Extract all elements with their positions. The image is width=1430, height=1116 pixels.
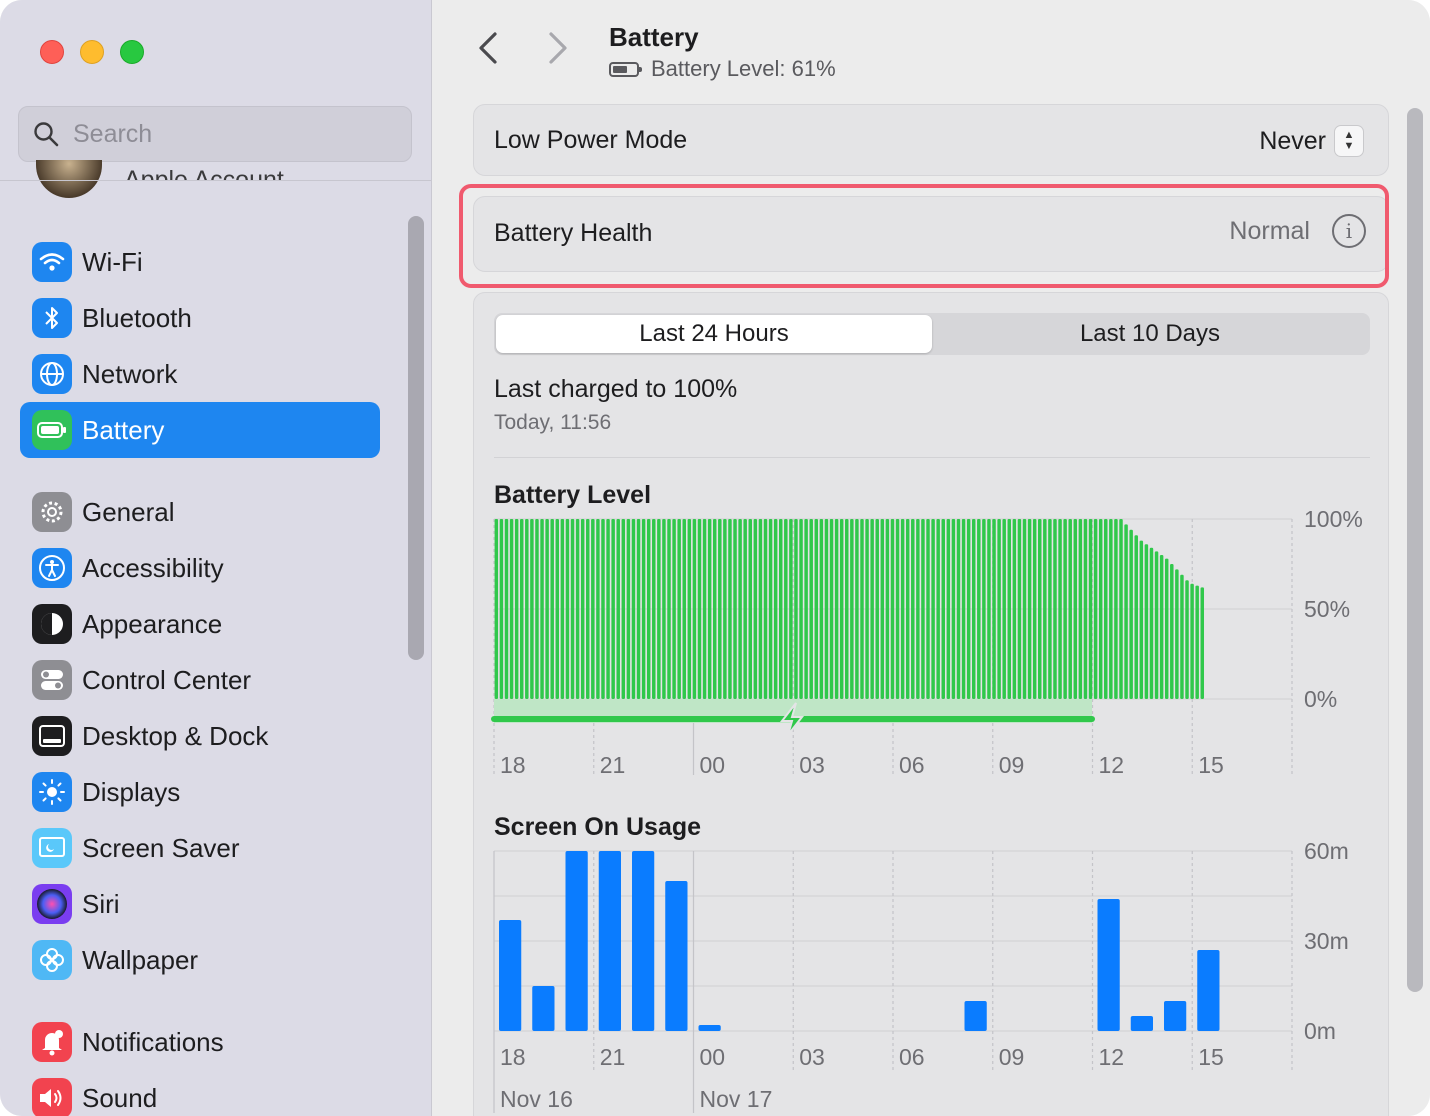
appearance-icon: [32, 604, 72, 644]
usage-bar: [632, 851, 655, 1031]
search-field[interactable]: [18, 106, 412, 162]
sidebar-item-desktop-dock[interactable]: Desktop & Dock: [20, 708, 380, 764]
battery-health-highlight: [459, 184, 1389, 288]
search-divider: [0, 180, 431, 181]
sidebar-item-label: Appearance: [82, 608, 223, 639]
toggles-icon: [32, 660, 72, 700]
sidebar-item-wallpaper[interactable]: Wallpaper: [20, 932, 380, 988]
low-power-mode-row: Low Power Mode Never ▲ ▼: [473, 104, 1389, 176]
gear-icon: [32, 492, 72, 532]
flower-icon: [32, 940, 72, 980]
sidebar-item-label: Bluetooth: [82, 302, 192, 333]
sidebar-item-label: Network: [82, 358, 178, 389]
sidebar-item-label: Wi-Fi: [82, 246, 143, 277]
low-power-mode-label: Low Power Mode: [494, 126, 688, 154]
sidebar-item-general[interactable]: General: [20, 484, 380, 540]
siri-icon: [32, 884, 72, 924]
sidebar-item-label: General: [82, 496, 175, 527]
sidebar-item-network[interactable]: Network: [20, 346, 380, 402]
bell-icon: [32, 1022, 72, 1062]
low-power-mode-value: Never: [1259, 126, 1326, 155]
sidebar-scrollbar[interactable]: [408, 216, 424, 660]
sidebar-item-wi-fi[interactable]: Wi-Fi: [20, 234, 380, 290]
usage-bar: [1197, 950, 1220, 1031]
x-tick-label: 21: [600, 1044, 626, 1070]
chevron-left-icon: [479, 32, 497, 64]
date-label: Nov 17: [700, 1086, 773, 1112]
y-tick-label: 0m: [1304, 1018, 1336, 1044]
sidebar-item-accessibility[interactable]: Accessibility: [20, 540, 380, 596]
sidebar-item-label: Displays: [82, 776, 181, 807]
search-icon: [34, 122, 59, 147]
sidebar-item-displays[interactable]: Displays: [20, 764, 380, 820]
usage-bar: [565, 851, 588, 1031]
battery-icon: [32, 410, 72, 450]
sidebar-item-sound[interactable]: Sound: [20, 1070, 380, 1116]
sidebar-item-battery[interactable]: Battery: [20, 402, 380, 458]
x-tick-label: 00: [700, 1044, 726, 1070]
sidebar-item-label: Wallpaper: [82, 944, 199, 975]
accessibility-icon: [32, 548, 72, 588]
sidebar-item-label: Sound: [82, 1082, 158, 1113]
sidebar-item-label: Screen Saver: [82, 832, 240, 863]
battery-level-text: Battery Level: 61%: [651, 56, 836, 81]
x-tick-label: 12: [1099, 1044, 1125, 1070]
sidebar-item-label: Accessibility: [82, 552, 224, 583]
main-pane: Battery Battery Level: 61% Low Power Mod…: [433, 0, 1430, 1116]
usage-bar: [964, 1001, 987, 1031]
x-tick-label: 06: [899, 1044, 925, 1070]
avatar[interactable]: [36, 160, 102, 198]
minimize-button[interactable]: [80, 40, 104, 64]
bluetooth-icon: [32, 298, 72, 338]
usage-bar: [1130, 1016, 1153, 1031]
zoom-button[interactable]: [120, 40, 144, 64]
usage-bar: [598, 851, 621, 1031]
usage-bar: [1097, 899, 1120, 1031]
sidebar-item-label: Control Center: [82, 664, 252, 695]
screen-saver-icon: [32, 828, 72, 868]
dock-icon: [32, 716, 72, 756]
sidebar-item-label: Notifications: [82, 1026, 224, 1057]
x-tick-label: 03: [799, 1044, 825, 1070]
forward-button[interactable]: [547, 30, 569, 76]
x-tick-label: 18: [500, 1044, 526, 1070]
battery-level-status: Battery Level: 61%: [609, 56, 836, 82]
date-label: Nov 16: [500, 1086, 573, 1112]
globe-icon: [32, 354, 72, 394]
y-tick-label: 60m: [1304, 838, 1349, 864]
usage-bar: [665, 881, 688, 1031]
usage-bar: [532, 986, 555, 1031]
low-power-mode-select[interactable]: Never ▲ ▼: [1259, 125, 1364, 157]
x-tick-label: 15: [1198, 1044, 1224, 1070]
sidebar-item-label: Battery: [82, 414, 165, 445]
sidebar-item-notifications[interactable]: Notifications: [20, 1014, 380, 1070]
sidebar-item-siri[interactable]: Siri: [20, 876, 380, 932]
page-title: Battery: [609, 22, 699, 52]
updown-chevron-icon: ▲ ▼: [1334, 125, 1364, 157]
usage-bar: [698, 1025, 721, 1031]
usage-bar: [1164, 1001, 1187, 1031]
sidebar-item-label: Desktop & Dock: [82, 720, 269, 751]
screen-on-usage-chart: 60m 30m 0m 18 21 00 03 06 09 12 15 Nov 16 Nov 17: [493, 838, 1349, 1113]
close-button[interactable]: [40, 40, 64, 64]
y-tick-label: 30m: [1304, 928, 1349, 954]
usage-bar: [499, 920, 522, 1031]
wifi-icon: [32, 242, 72, 282]
x-tick-label: 09: [999, 1044, 1025, 1070]
sidebar-item-appearance[interactable]: Appearance: [20, 596, 380, 652]
sidebar-item-screen-saver[interactable]: Screen Saver: [20, 820, 380, 876]
chevron-right-icon: [549, 32, 567, 64]
back-button[interactable]: [477, 30, 499, 76]
sidebar-item-bluetooth[interactable]: Bluetooth: [20, 290, 380, 346]
battery-icon: [609, 61, 642, 77]
sidebar-item-control-center[interactable]: Control Center: [20, 652, 380, 708]
speaker-icon: [32, 1078, 72, 1116]
sidebar: Apple Account Wi-FiBluetoothNetworkBatte…: [0, 0, 432, 1116]
usage-history-card: Last 24 Hours Last 10 Days Last charged …: [473, 292, 1389, 1116]
settings-window: Apple Account Wi-FiBluetoothNetworkBatte…: [0, 0, 1430, 1116]
search-input[interactable]: [73, 119, 393, 149]
main-scrollbar[interactable]: [1407, 108, 1423, 992]
sidebar-item-label: Siri: [82, 888, 120, 919]
sun-icon: [32, 772, 72, 812]
